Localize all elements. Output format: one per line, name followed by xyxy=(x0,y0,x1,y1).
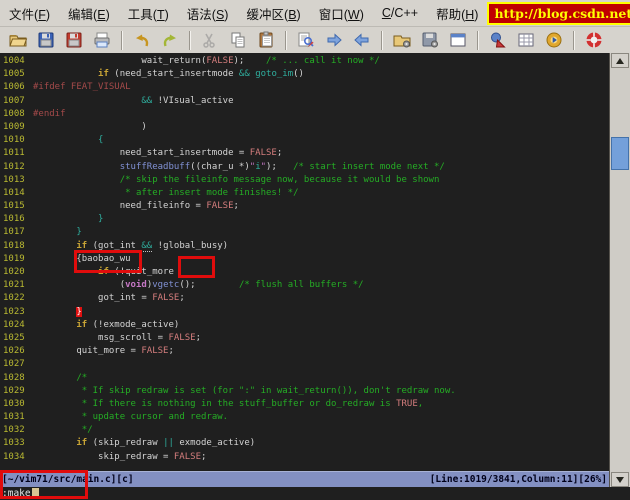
status-bar: [~/vim71/src/main.c][c] [Line:1019/3841,… xyxy=(0,471,609,487)
code-line: 1009 ) xyxy=(3,121,147,132)
code-line: 1008 #endif xyxy=(3,108,66,119)
menu-item-c-cpp[interactable]: C/C++ xyxy=(373,4,427,22)
code-line: 1004 wait_return(FALSE); /* ... call it … xyxy=(3,56,380,66)
code-line: 1019 {baobao_wu xyxy=(3,253,131,264)
code-line: 1034 skip_redraw = FALSE; xyxy=(3,451,207,462)
code-line: 1030 * If there is nothing in the stuff_… xyxy=(3,398,424,409)
find-prev-icon[interactable] xyxy=(351,29,373,51)
code-line: 1014 * after insert mode finishes! */ xyxy=(3,187,299,198)
copy-icon[interactable] xyxy=(227,29,249,51)
code-line: 1010 { xyxy=(3,135,104,146)
status-position: [Line:1019/3841,Column:11][26%] xyxy=(429,474,607,485)
code-line: 1018 if (got_int && !global_busy) xyxy=(3,240,229,252)
find-replace-icon[interactable] xyxy=(295,29,317,51)
scrollbar[interactable] xyxy=(609,53,630,487)
toolbar-separator xyxy=(477,30,479,50)
toolbar-separator xyxy=(121,30,123,50)
save-all-icon[interactable] xyxy=(63,29,85,51)
table-icon[interactable] xyxy=(515,29,537,51)
run-ctags-icon[interactable] xyxy=(487,29,509,51)
command-line[interactable]: :make xyxy=(0,487,630,500)
code-line: 1033 if (skip_redraw || exmode_active) xyxy=(3,438,256,449)
scrollbar-thumb[interactable] xyxy=(611,137,629,170)
blog-url-banner[interactable]: http://blog.csdn.net/wooin xyxy=(487,1,630,25)
undo-icon[interactable] xyxy=(131,29,153,51)
menu-item-help[interactable]: 帮助(H) xyxy=(427,2,487,25)
menu-bar: 文件(F) 编辑(E) 工具(T) 语法(S) 缓冲区(B) 窗口(W) C/C++ 帮助(H… xyxy=(0,0,630,27)
redo-icon[interactable] xyxy=(159,29,181,51)
open-file-icon[interactable] xyxy=(7,29,29,51)
code-line: 1023 } xyxy=(3,306,82,317)
save-session-icon[interactable] xyxy=(419,29,441,51)
code-line: 1027 xyxy=(3,359,25,370)
gvim-window: 文件(F) 编辑(E) 工具(T) 语法(S) 缓冲区(B) 窗口(W) C/C++ 帮助(H… xyxy=(0,0,630,500)
menu-item-tools[interactable]: 工具(T) xyxy=(119,2,178,25)
toolbar-separator xyxy=(381,30,383,50)
code-line: 1031 * update cursor and redraw. xyxy=(3,412,229,423)
menu-item-window[interactable]: 窗口(W) xyxy=(310,2,373,25)
main-row: 1004 wait_return(FALSE); /* ... call it … xyxy=(0,53,630,487)
code-line: 1011 need_start_insertmode = FALSE; xyxy=(3,148,283,159)
code-line: 1015 need_fileinfo = FALSE; xyxy=(3,201,239,212)
code-line: 1007 && !VIsual_active xyxy=(3,95,234,106)
paste-icon[interactable] xyxy=(255,29,277,51)
help-icon[interactable] xyxy=(583,29,605,51)
status-file-path: [~/vim71/src/main.c][c] xyxy=(2,474,134,485)
code-line: 1029 * If skip redraw is set (for ":" in… xyxy=(3,385,456,396)
code-line: 1017 } xyxy=(3,227,82,238)
code-line: 1013 /* skip the fileinfo message now, b… xyxy=(3,174,440,185)
text-cursor xyxy=(31,488,39,499)
build-tags-icon[interactable] xyxy=(543,29,565,51)
code-line: 1006 #ifdef FEAT_VISUAL xyxy=(3,82,131,93)
menu-item-buffers[interactable]: 缓冲区(B) xyxy=(237,2,309,25)
scroll-down-icon[interactable] xyxy=(611,472,629,487)
command-text: :make xyxy=(2,488,31,499)
print-icon[interactable] xyxy=(91,29,113,51)
save-file-icon[interactable] xyxy=(35,29,57,51)
code-line: 1012 stuffReadbuff((char_u *)"i"); /* st… xyxy=(3,161,445,172)
code-line: 1021 (void)vgetc(); /* flush all buffers… xyxy=(3,280,364,291)
menu-item-syntax[interactable]: 语法(S) xyxy=(178,2,238,25)
toolbar-separator xyxy=(285,30,287,50)
cut-icon[interactable] xyxy=(199,29,221,51)
code-lines: 1004 wait_return(FALSE); /* ... call it … xyxy=(0,55,609,464)
toolbar xyxy=(0,27,630,53)
editor-column: 1004 wait_return(FALSE); /* ... call it … xyxy=(0,53,609,487)
code-line: 1020 if (!quit_more xyxy=(3,267,174,277)
code-line: 1028 /* xyxy=(3,372,88,383)
code-line: 1005 if (need_start_insertmode && goto_i… xyxy=(3,69,304,80)
code-line: 1022 got_int = FALSE; xyxy=(3,293,185,304)
toolbar-separator xyxy=(573,30,575,50)
code-line: 1025 msg_scroll = FALSE; xyxy=(3,332,201,343)
find-next-icon[interactable] xyxy=(323,29,345,51)
code-line: 1024 if (!exmode_active) xyxy=(3,319,180,330)
load-session-icon[interactable] xyxy=(391,29,413,51)
scroll-up-icon[interactable] xyxy=(611,53,629,68)
code-line: 1016 } xyxy=(3,214,104,225)
code-editor[interactable]: 1004 wait_return(FALSE); /* ... call it … xyxy=(0,53,609,471)
menu-item-edit[interactable]: 编辑(E) xyxy=(59,2,119,25)
code-line: 1026 quit_more = FALSE; xyxy=(3,346,174,357)
menu-item-file[interactable]: 文件(F) xyxy=(0,2,59,25)
code-line: 1032 */ xyxy=(3,425,93,436)
toolbar-separator xyxy=(189,30,191,50)
new-window-icon[interactable] xyxy=(447,29,469,51)
